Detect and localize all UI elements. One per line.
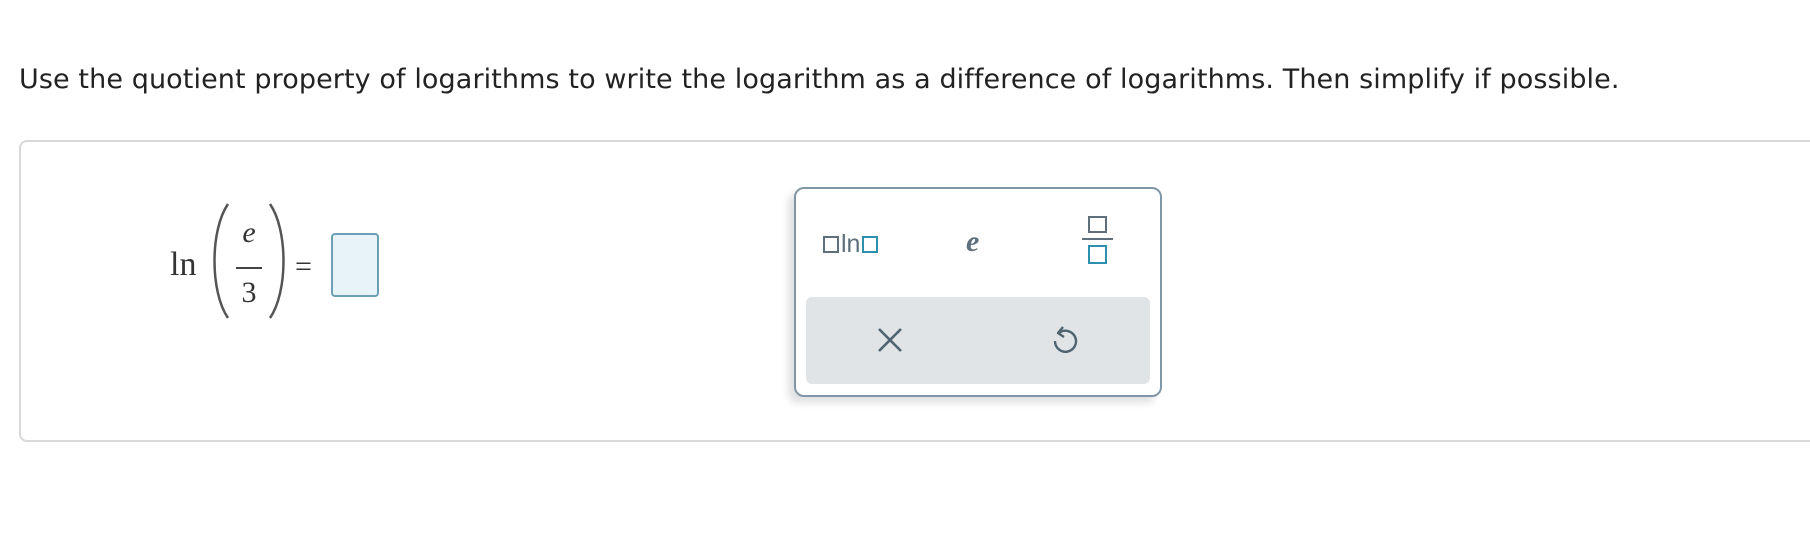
- close-icon: [878, 328, 902, 352]
- undo-icon: [1053, 326, 1078, 353]
- argument-slot-icon: [862, 235, 879, 253]
- palette-action-bar: [806, 297, 1150, 384]
- math-palette: ln e: [794, 187, 1162, 397]
- undo-button[interactable]: [1050, 325, 1080, 355]
- fraction-numerator: e: [242, 216, 256, 249]
- numerator-slot-icon: [1088, 216, 1107, 233]
- right-paren: [268, 203, 285, 319]
- fraction-bar: [236, 267, 262, 269]
- answer-input[interactable]: [331, 233, 379, 297]
- equals-sign: =: [295, 250, 312, 283]
- left-paren: [213, 203, 230, 319]
- e-constant-button[interactable]: e: [966, 225, 979, 259]
- fraction-template-button[interactable]: [1082, 216, 1113, 272]
- question-instructions: Use the quotient property of logarithms …: [19, 64, 1620, 95]
- denominator-slot-icon: [1088, 245, 1107, 264]
- fraction-denominator: 3: [241, 276, 257, 309]
- ln-template-button[interactable]: ln: [823, 229, 879, 259]
- clear-button[interactable]: [876, 326, 904, 354]
- coefficient-slot-icon: [823, 235, 839, 253]
- fraction-bar-icon: [1082, 238, 1113, 240]
- ln-template-label: ln: [841, 229, 861, 258]
- ln-function-label: ln: [170, 246, 197, 283]
